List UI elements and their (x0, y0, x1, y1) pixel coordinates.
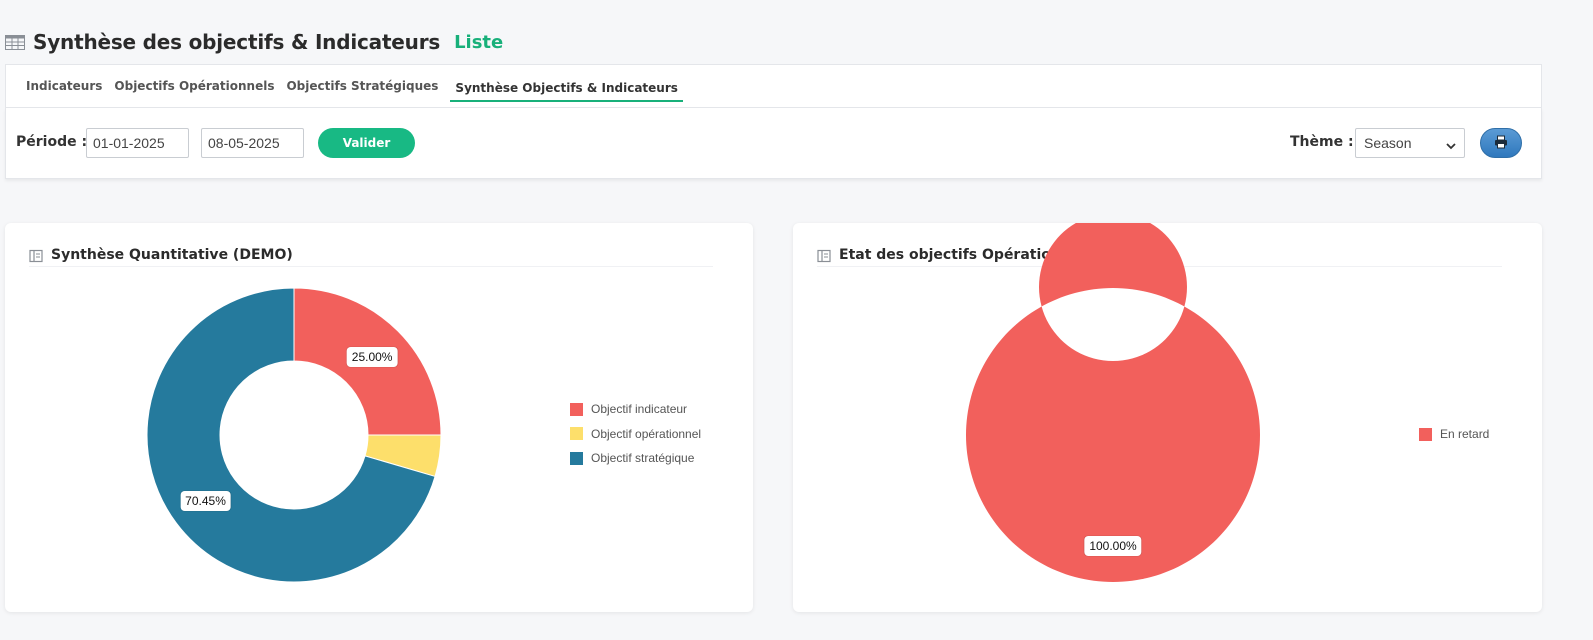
data-label: 100.00% (1084, 535, 1142, 556)
page-subtitle: Liste (454, 31, 504, 53)
legend-item[interactable]: En retard (1419, 422, 1489, 447)
donut-slice-en-retard[interactable] (965, 223, 1260, 582)
page-header: Synthèse des objectifs & Indicateurs Lis… (5, 30, 503, 54)
date-start-input[interactable] (86, 128, 189, 158)
legend-item[interactable]: Objectif stratégique (570, 446, 701, 471)
chevron-down-icon (1446, 138, 1456, 150)
tabs-bar: Indicateurs Objectifs Opérationnels Obje… (5, 64, 1542, 108)
legend-label: Objectif indicateur (591, 402, 688, 417)
theme-select[interactable]: Season (1355, 128, 1465, 158)
valider-button[interactable]: Valider (318, 128, 415, 158)
chart-legend: Objectif indicateur Objectif opérationnel… (570, 397, 701, 471)
table-icon (5, 34, 25, 50)
print-icon (1494, 134, 1508, 153)
legend-swatch (570, 451, 583, 465)
legend-item[interactable]: Objectif opérationnel (570, 422, 701, 447)
donut-chart-operationnels (965, 223, 1260, 582)
date-end-input[interactable] (201, 128, 304, 158)
print-button[interactable] (1480, 128, 1522, 158)
periode-label: Période : (16, 134, 88, 150)
legend-item[interactable]: Objectif indicateur (570, 397, 701, 422)
chart-legend: En retard (1419, 422, 1489, 447)
tab-objectifs-strategiques[interactable]: Objectifs Stratégiques (286, 73, 438, 99)
data-label: 25.00% (346, 346, 398, 367)
chart-card-operationnels: Etat des objectifs Opérationnels (DEMO) … (793, 223, 1542, 612)
chart-card-quantitative: Synthèse Quantitative (DEMO) Objectif in… (5, 223, 753, 612)
legend-swatch (570, 402, 583, 416)
legend-swatch (1419, 427, 1432, 441)
legend-label: Objectif opérationnel (591, 426, 702, 441)
data-label: 70.45% (180, 491, 231, 512)
theme-label: Thème : (1290, 134, 1354, 150)
page-title: Synthèse des objectifs & Indicateurs (33, 30, 441, 54)
tab-objectifs-operationnels[interactable]: Objectifs Opérationnels (114, 73, 274, 99)
legend-label: En retard (1440, 427, 1490, 442)
filter-bar: Période : Valider Thème : Season (5, 108, 1542, 179)
legend-swatch (570, 427, 583, 441)
legend-label: Objectif stratégique (591, 451, 695, 466)
tab-indicateurs[interactable]: Indicateurs (26, 73, 102, 99)
theme-select-value: Season (1364, 135, 1412, 151)
tab-synthese-objectifs-indicateurs[interactable]: Synthèse Objectifs & Indicateurs (450, 75, 683, 102)
